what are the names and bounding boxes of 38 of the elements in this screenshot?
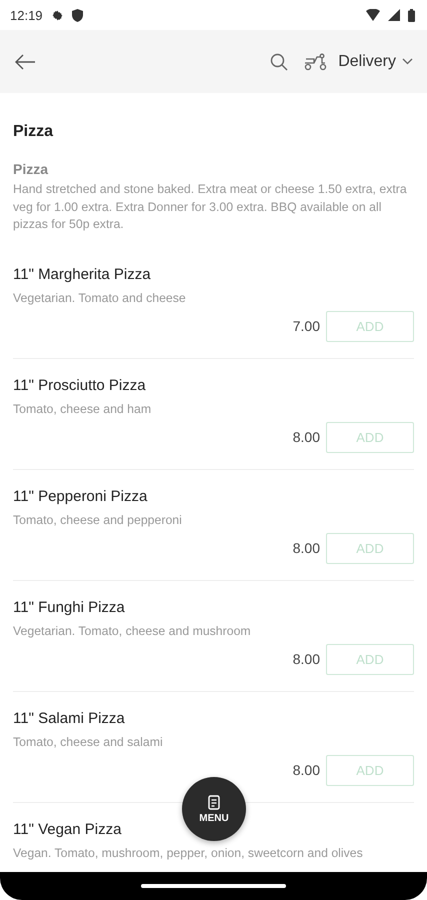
back-arrow-icon[interactable]	[14, 54, 36, 70]
item-price: 8.00	[292, 429, 320, 445]
delivery-dropdown[interactable]: Delivery	[338, 52, 413, 70]
menu-card-icon	[208, 794, 220, 810]
item-price: 8.00	[292, 762, 320, 778]
item-description: Tomato, cheese and ham	[13, 402, 152, 416]
item-price: 8.00	[292, 540, 320, 556]
category-description: Hand stretched and stone baked. Extra meat or cheese 1.50 extra, extra veg for 1.00 extra. Extra Donner for 3.00 extra. BBQ available on all pizzas for 50p extra.	[13, 181, 408, 233]
add-button[interactable]: ADD	[326, 644, 414, 674]
add-button[interactable]: ADD	[326, 422, 414, 452]
search-icon[interactable]	[270, 52, 288, 70]
add-button[interactable]: ADD	[326, 754, 414, 786]
battery-icon	[408, 8, 415, 22]
item-name: 11" Pepperoni Pizza	[13, 488, 148, 504]
item-name: 11" Margherita Pizza	[13, 266, 152, 282]
home-handle[interactable]	[141, 884, 286, 888]
section-title: Pizza	[13, 123, 54, 141]
add-button[interactable]: ADD	[326, 532, 414, 564]
item-price: 8.00	[292, 651, 320, 667]
status-time: 12:19	[10, 8, 43, 22]
item-description: Vegan. Tomato, mushroom, pepper, onion, sweetcorn and olives	[13, 846, 364, 860]
item-name: 11" Vegan Pizza	[13, 820, 122, 838]
item-price: 7.00	[292, 318, 320, 334]
item-description: Tomato, cheese and pepperoni	[13, 512, 183, 526]
item-name: 11" Salami Pizza	[13, 710, 126, 726]
chevron-down-icon	[402, 58, 413, 65]
item-name: 11" Prosciutto Pizza	[13, 376, 147, 394]
item-name: 11" Funghi Pizza	[13, 598, 126, 616]
item-description: Vegetarian. Tomato, cheese and mushroom	[13, 624, 252, 638]
item-description: Vegetarian. Tomato and cheese	[13, 290, 187, 304]
gear-icon	[50, 8, 64, 22]
wifi-icon	[366, 9, 380, 21]
menu-button[interactable]: MENU	[182, 777, 246, 841]
category-title: Pizza	[13, 161, 50, 177]
shield-icon	[72, 8, 83, 22]
add-button[interactable]: ADD	[326, 310, 414, 342]
item-description: Tomato, cheese and salami	[13, 734, 164, 748]
signal-icon	[388, 9, 400, 21]
